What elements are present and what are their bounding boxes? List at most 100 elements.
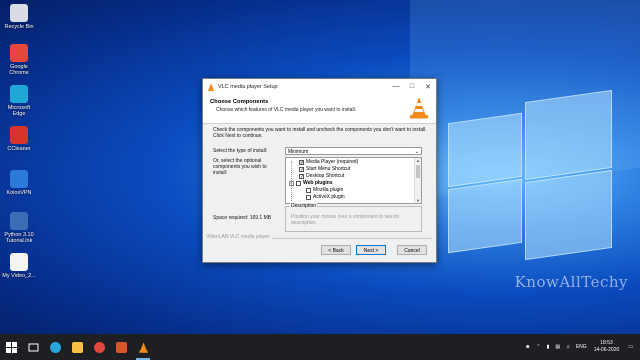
desktop-icon[interactable]: Recycle Bin xyxy=(2,4,36,30)
desktop-icon-label: Microsoft Edge xyxy=(7,105,31,117)
volume-icon[interactable]: ♫ xyxy=(566,344,570,350)
vlc-setup-dialog[interactable]: VLC media player Setup — □ ✕ Choose Comp… xyxy=(202,78,437,263)
windows-logo-pane xyxy=(525,169,612,261)
component-label: Mozilla plugin xyxy=(313,187,344,193)
desktop-icon-label: KoiosVPN xyxy=(6,190,32,196)
taskbar-edge[interactable] xyxy=(44,334,66,360)
component-item[interactable]: Media Player (required) xyxy=(299,159,358,166)
component-checkbox[interactable] xyxy=(299,174,304,179)
desktop-icon-label: Recycle Bin xyxy=(4,24,34,30)
app-icon xyxy=(10,126,28,144)
optional-components-label: Or, select the optional components you w… xyxy=(213,158,267,176)
taskbar-file-explorer[interactable] xyxy=(66,334,88,360)
title-bar[interactable]: VLC media player Setup — □ ✕ xyxy=(203,79,436,94)
windows-logo-pane xyxy=(448,178,522,254)
file-explorer-icon xyxy=(71,341,83,353)
description-label: Description xyxy=(290,203,318,209)
vlc-cone-icon xyxy=(138,342,148,353)
desktop-icon[interactable]: My Video_2... xyxy=(2,253,36,279)
next-button[interactable]: Next > xyxy=(356,245,386,255)
app-icon xyxy=(10,170,28,188)
language-indicator[interactable]: ENG xyxy=(576,344,587,350)
desktop-icon[interactable]: Python 3.10 Tutorial.lnk xyxy=(2,212,36,244)
taskbar: ☻ ⌃ ▮ ▤ ♫ ENG 18:53 14-06-2020 ▭ xyxy=(0,334,640,360)
app-icon xyxy=(10,4,28,22)
component-label: Start Menu Shortcut xyxy=(306,166,351,172)
back-button[interactable]: < Back xyxy=(321,245,351,255)
cancel-button[interactable]: Cancel xyxy=(397,245,427,255)
component-checkbox[interactable] xyxy=(306,188,311,193)
scroll-up-icon[interactable]: ▲ xyxy=(415,158,421,163)
component-label: Desktop Shortcut xyxy=(306,173,345,179)
install-type-label: Select the type of install: xyxy=(213,148,268,154)
description-box: Description Position your mouse over a c… xyxy=(285,203,422,232)
components-tree[interactable]: Media Player (required)Start Menu Shortc… xyxy=(285,157,422,204)
window-title: VLC media player Setup xyxy=(218,83,278,90)
vlc-cone-icon xyxy=(207,82,215,91)
taskbar-task-view[interactable] xyxy=(22,334,44,360)
component-item[interactable]: Start Menu Shortcut xyxy=(299,166,350,173)
presentation-icon xyxy=(115,341,127,353)
chrome-icon xyxy=(93,341,105,353)
branding-text: VideoLAN VLC media player xyxy=(206,234,272,240)
system-tray: ☻ ⌃ ▮ ▤ ♫ ENG 18:53 14-06-2020 ▭ xyxy=(522,334,636,360)
component-label: Media Player (required) xyxy=(306,159,359,165)
app-icon xyxy=(10,253,28,271)
edge-icon xyxy=(49,341,61,353)
notifications-icon[interactable]: ▭ xyxy=(628,344,633,350)
clock-date: 14-06-2020 xyxy=(593,347,620,353)
component-label: Web plugins xyxy=(303,180,333,186)
component-item[interactable]: Desktop Shortcut xyxy=(299,173,344,180)
desktop-icon-label: My Video_2... xyxy=(2,273,36,279)
component-item[interactable]: Mozilla plugin xyxy=(306,187,343,194)
page-title: Choose Components xyxy=(210,99,269,105)
component-checkbox[interactable] xyxy=(299,167,304,172)
desktop-icon[interactable]: KoiosVPN xyxy=(2,170,36,196)
desktop-icon[interactable]: Microsoft Edge xyxy=(2,85,36,117)
component-checkbox[interactable] xyxy=(306,195,311,200)
chevron-down-icon: ⌄ xyxy=(414,149,419,155)
component-item[interactable]: ActiveX plugin xyxy=(306,194,345,201)
taskbar-presentation[interactable] xyxy=(110,334,132,360)
taskbar-windows-start[interactable] xyxy=(0,334,22,360)
app-icon xyxy=(10,85,28,103)
description-hint: Position your mouse over a component to … xyxy=(291,214,400,226)
component-label: ActiveX plugin xyxy=(313,194,345,200)
desktop-icon-label: Python 3.10 Tutorial.lnk xyxy=(4,232,34,244)
component-checkbox[interactable] xyxy=(299,160,304,165)
page-header: Choose Components Choose which features … xyxy=(203,94,436,124)
desktop-icon[interactable]: Google Chrome xyxy=(2,44,36,76)
clock[interactable]: 18:53 14-06-2020 xyxy=(594,340,620,354)
network-icon[interactable]: ▤ xyxy=(555,344,560,350)
task-view-icon xyxy=(28,343,38,351)
windows-icon xyxy=(5,341,17,353)
install-type-select[interactable]: Minimum ⌄ xyxy=(285,147,422,155)
install-type-value: Minimum xyxy=(288,149,309,155)
collapse-icon[interactable]: − xyxy=(289,181,294,187)
close-button[interactable]: ✕ xyxy=(420,79,436,94)
clock-time: 18:53 xyxy=(600,340,613,346)
taskbar-chrome[interactable] xyxy=(88,334,110,360)
scroll-down-icon[interactable]: ▼ xyxy=(415,198,421,203)
chevron-up-icon[interactable]: ⌃ xyxy=(536,344,540,350)
scroll-thumb[interactable] xyxy=(416,165,420,178)
people-icon[interactable]: ☻ xyxy=(525,344,530,350)
watermark: KnowAllTechy xyxy=(514,273,628,291)
vlc-cone-icon xyxy=(410,97,428,119)
taskbar-vlc[interactable] xyxy=(132,334,154,360)
battery-icon[interactable]: ▮ xyxy=(547,344,550,350)
app-icon xyxy=(10,212,28,230)
maximize-button[interactable]: □ xyxy=(404,79,420,94)
windows-logo-pane xyxy=(525,89,612,181)
instructions-text: Check the components you want to install… xyxy=(213,127,427,139)
desktop-icon[interactable]: CCleaner xyxy=(2,126,36,152)
component-item[interactable]: − Web plugins xyxy=(289,180,333,187)
space-required-text: Space required: 169.1 MB xyxy=(213,215,272,221)
component-checkbox[interactable] xyxy=(296,181,301,186)
desktop-icon-label: Google Chrome xyxy=(9,64,29,76)
minimize-button[interactable]: — xyxy=(388,79,404,94)
desktop-icon-label: CCleaner xyxy=(7,146,31,152)
tree-scrollbar[interactable]: ▲ ▼ xyxy=(414,158,421,203)
windows-logo-pane xyxy=(448,112,522,188)
app-icon xyxy=(10,44,28,62)
